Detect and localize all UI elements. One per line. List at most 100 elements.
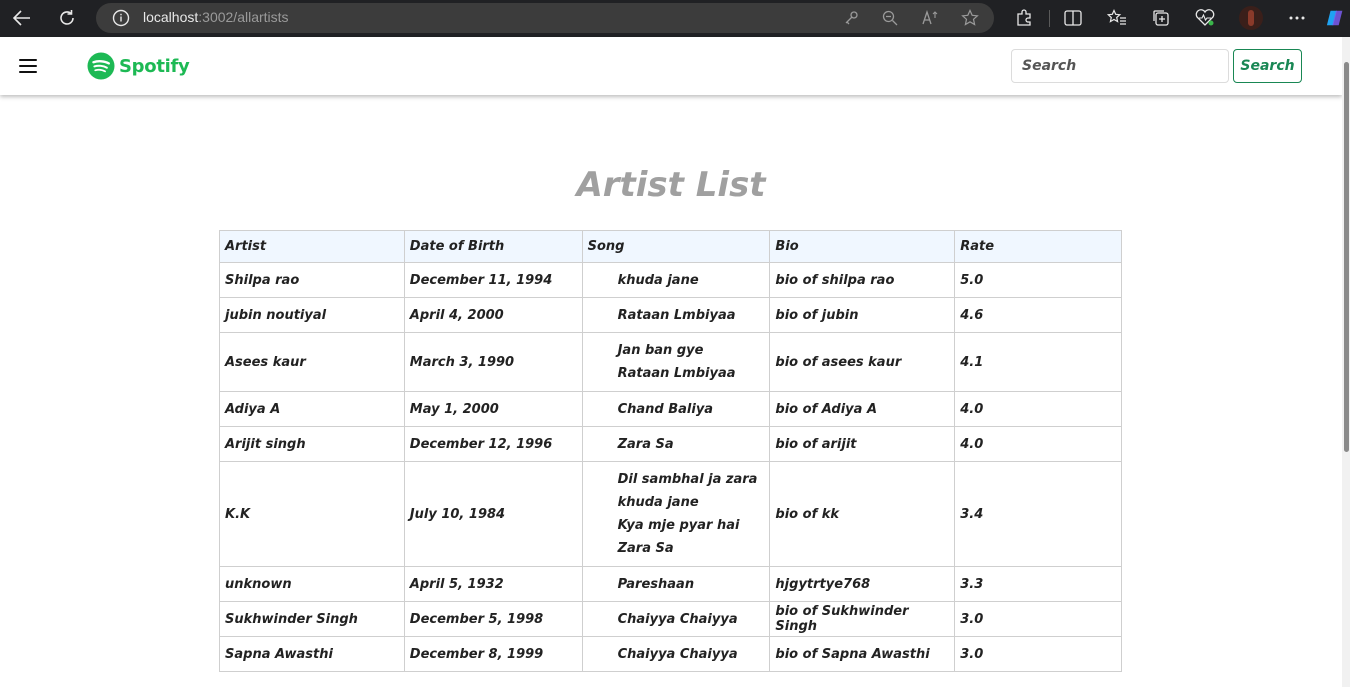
- songs-cell: Rataan Lmbiyaa: [581, 297, 771, 333]
- songs-cell: Pareshaan: [581, 566, 771, 602]
- url-path: :3002/allartists: [198, 9, 289, 25]
- songs-cell: Chaiyya Chaiyya: [581, 601, 771, 637]
- artist-name-cell: Adiya A: [219, 391, 405, 427]
- table-row: jubin noutiyal April 4, 2000 Rataan Lmbiya…: [219, 297, 1122, 333]
- table-row: Arijit singh December 12, 1996 Zara Sa bio …: [219, 426, 1122, 462]
- bio-cell: hjgytrtye768: [769, 566, 956, 602]
- song-title: Chand Baliya: [617, 401, 714, 417]
- artist-table: Artist Date of Birth Song Bio Rate Shilp…: [219, 230, 1122, 672]
- song-title: Chaiyya Chaiyya: [617, 646, 738, 662]
- date-of-birth-cell: April 5, 1932: [403, 566, 583, 602]
- bio-cell: bio of kk: [769, 461, 956, 567]
- rate-cell: 3.0: [954, 636, 1122, 672]
- song-title: khuda jane: [617, 495, 699, 510]
- songs-cell: Chand Baliya: [581, 391, 771, 427]
- artist-name-cell: Shilpa rao: [219, 262, 405, 298]
- artist-name-cell: jubin noutiyal: [219, 297, 405, 333]
- key-icon[interactable]: [841, 8, 861, 28]
- song-title: Jan ban gye: [617, 343, 704, 358]
- rate-cell: 4.0: [954, 426, 1122, 462]
- more-options-icon[interactable]: [1287, 8, 1307, 28]
- date-of-birth-cell: April 4, 2000: [403, 297, 583, 333]
- song-title: Rataan Lmbiyaa: [617, 307, 736, 323]
- bio-cell: bio of asees kaur: [769, 332, 956, 392]
- date-of-birth-cell: May 1, 2000: [403, 391, 583, 427]
- header-date-of-birth: Date of Birth: [403, 230, 583, 263]
- song-title: Rataan Lmbiyaa: [617, 366, 736, 381]
- bio-cell: bio of jubin: [769, 297, 956, 333]
- menu-icon[interactable]: [19, 59, 37, 73]
- date-of-birth-cell: July 10, 1984: [403, 461, 583, 567]
- header-artist: Artist: [219, 230, 405, 263]
- header-song: Song: [581, 230, 771, 263]
- artist-name-cell: Sapna Awasthi: [219, 636, 405, 672]
- song-title: Dil sambhal ja zara: [617, 472, 758, 487]
- songs-cell: Jan ban gye Rataan Lmbiyaa: [581, 332, 771, 392]
- table-row: Shilpa rao December 11, 1994 khuda jane bio…: [219, 262, 1122, 298]
- app-navbar: Spotify Search: [0, 37, 1342, 95]
- song-title: Zara Sa: [617, 436, 674, 452]
- rate-cell: 4.1: [954, 332, 1122, 392]
- table-row: Sapna Awasthi December 8, 1999 Chaiyya Cha…: [219, 636, 1122, 672]
- table-body: Shilpa rao December 11, 1994 khuda jane bio…: [219, 262, 1122, 672]
- table-row: Asees kaur March 3, 1990 Jan ban gye Rataan…: [219, 332, 1122, 392]
- rate-cell: 5.0: [954, 262, 1122, 298]
- rate-cell: 4.0: [954, 391, 1122, 427]
- table-header-row: Artist Date of Birth Song Bio Rate: [219, 230, 1122, 263]
- page-scrollbar[interactable]: [1342, 37, 1350, 687]
- date-of-birth-cell: March 3, 1990: [403, 332, 583, 392]
- song-title: Zara Sa: [617, 541, 674, 556]
- table-row: Sukhwinder Singh December 5, 1998 Chaiyya …: [219, 601, 1122, 637]
- table-row: Adiya A May 1, 2000 Chand Baliya bio of Adi…: [219, 391, 1122, 427]
- header-rate: Rate: [954, 230, 1122, 263]
- profile-avatar[interactable]: [1239, 6, 1263, 30]
- date-of-birth-cell: December 11, 1994: [403, 262, 583, 298]
- search-button[interactable]: Search: [1233, 49, 1302, 83]
- copilot-icon[interactable]: [1326, 8, 1346, 28]
- address-bar[interactable]: localhost:3002/allartists: [96, 3, 994, 33]
- favorite-star-icon[interactable]: [960, 8, 980, 28]
- bio-cell: bio of arijit: [769, 426, 956, 462]
- spotify-icon: [87, 52, 115, 80]
- scrollbar-thumb[interactable]: [1344, 62, 1349, 452]
- read-aloud-icon[interactable]: [921, 8, 941, 28]
- songs-cell: khuda jane: [581, 262, 771, 298]
- artist-name-cell: Arijit singh: [219, 426, 405, 462]
- header-bio: Bio: [769, 230, 956, 263]
- toolbar-divider: [1049, 10, 1050, 27]
- song-title: Chaiyya Chaiyya: [617, 611, 738, 627]
- songs-cell: Dil sambhal ja zara khuda jane Kya mje pya…: [581, 461, 771, 567]
- song-title: khuda jane: [617, 272, 699, 288]
- artist-name-cell: Asees kaur: [219, 332, 405, 392]
- table-row: K.K July 10, 1984 Dil sambhal ja zara khuda…: [219, 461, 1122, 567]
- rate-cell: 3.4: [954, 461, 1122, 567]
- browser-essentials-icon[interactable]: [1195, 8, 1215, 28]
- artist-name-cell: unknown: [219, 566, 405, 602]
- search-input[interactable]: [1011, 49, 1229, 83]
- collections-icon[interactable]: [1151, 8, 1171, 28]
- extensions-icon[interactable]: [1014, 8, 1034, 28]
- songs-cell: Zara Sa: [581, 426, 771, 462]
- refresh-icon[interactable]: [56, 7, 78, 29]
- url-text: localhost:3002/allartists: [143, 9, 289, 25]
- artist-name-cell: K.K: [219, 461, 405, 567]
- song-title: Kya mje pyar hai: [617, 518, 740, 533]
- favorites-icon[interactable]: [1107, 8, 1127, 28]
- back-icon[interactable]: [11, 7, 33, 29]
- bio-cell: bio of Sapna Awasthi: [769, 636, 956, 672]
- zoom-out-icon[interactable]: [880, 8, 900, 28]
- brand-name: Spotify: [119, 55, 190, 77]
- url-host: localhost: [143, 9, 199, 25]
- date-of-birth-cell: December 8, 1999: [403, 636, 583, 672]
- bio-cell: bio of shilpa rao: [769, 262, 956, 298]
- rate-cell: 3.3: [954, 566, 1122, 602]
- info-icon[interactable]: [112, 9, 130, 31]
- bio-cell: bio of Sukhwinder Singh: [769, 601, 956, 637]
- bio-cell: bio of Adiya A: [769, 391, 956, 427]
- rate-cell: 4.6: [954, 297, 1122, 333]
- rate-cell: 3.0: [954, 601, 1122, 637]
- browser-toolbar: localhost:3002/allartists: [0, 0, 1350, 37]
- split-screen-icon[interactable]: [1063, 8, 1083, 28]
- date-of-birth-cell: December 12, 1996: [403, 426, 583, 462]
- spotify-logo[interactable]: Spotify: [87, 52, 190, 80]
